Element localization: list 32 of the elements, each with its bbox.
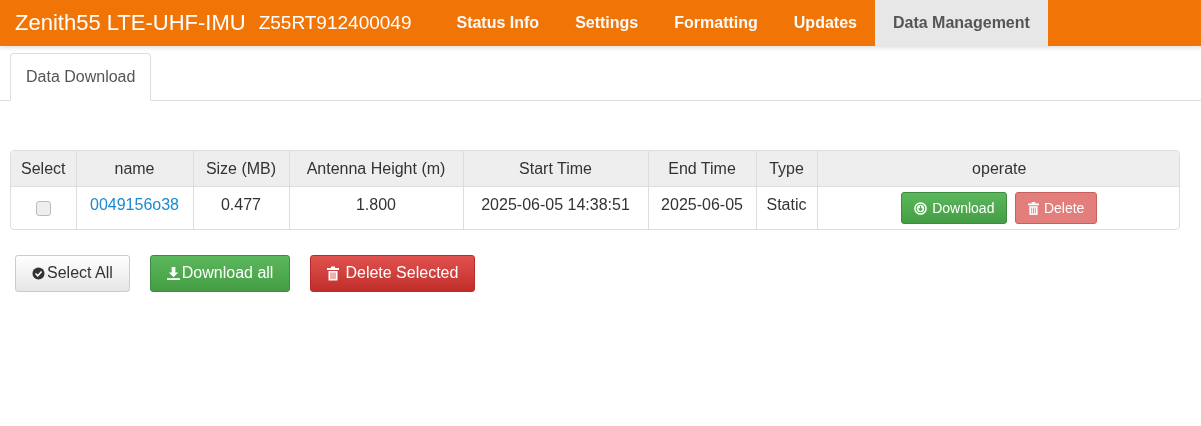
column-header: Antenna Height (m) — [289, 151, 463, 187]
table-cell: Static — [766, 196, 807, 213]
nav-tab[interactable]: Formatting — [656, 0, 776, 46]
download-button[interactable]: Download — [901, 192, 1008, 224]
sub-tab[interactable]: Data Download — [10, 53, 152, 101]
table-cell: 0.477 — [220, 196, 261, 213]
column-header: Size (MB) — [193, 151, 289, 187]
column-header: Select — [11, 151, 76, 187]
column-header: name — [76, 151, 193, 187]
check-circle-icon — [32, 266, 45, 280]
trash-icon — [1027, 201, 1039, 215]
select-all-button[interactable]: Select All — [15, 254, 130, 292]
nav-tab[interactable]: Settings — [557, 0, 657, 46]
file-link[interactable]: 0049156o38 — [90, 196, 179, 213]
column-header: operate — [817, 151, 1179, 187]
download-all-button[interactable]: Download all — [149, 254, 291, 292]
table-cell: 2025-06-05 — [661, 196, 743, 213]
column-header: Start Time — [463, 151, 648, 187]
device-title: Zenith55 LTE-UHF-IMU — [15, 10, 246, 36]
trash-icon — [327, 265, 340, 281]
column-header: Type — [756, 151, 817, 187]
delete-selected-button[interactable]: Delete Selected — [310, 254, 476, 292]
row-checkbox[interactable] — [35, 201, 51, 216]
download-icon — [166, 266, 180, 280]
nav-tab[interactable]: Status Info — [438, 0, 558, 46]
nav-tab[interactable]: Updates — [775, 0, 875, 46]
download-circle-icon — [914, 201, 928, 215]
table-cell: 2025-06-05 14:38:51 — [481, 196, 630, 213]
table-cell: 1.800 — [355, 196, 396, 213]
nav-tab[interactable]: Data Management — [874, 0, 1048, 46]
column-header: End Time — [648, 151, 756, 187]
serial-number: Z55RT912400049 — [258, 12, 412, 34]
